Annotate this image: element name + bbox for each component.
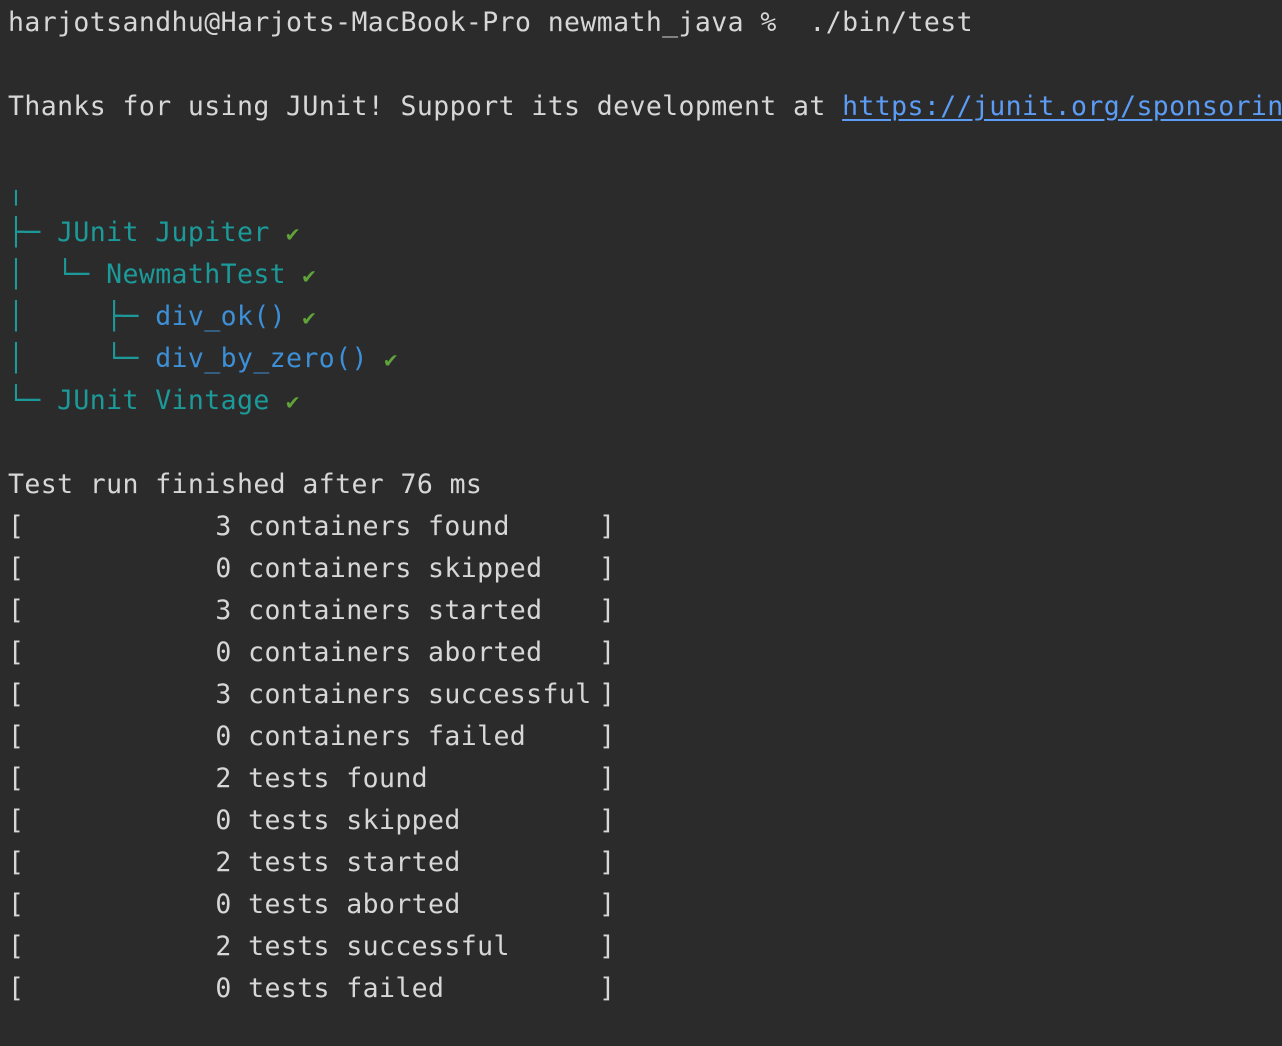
banner-line: Thanks for using JUnit! Support its deve… bbox=[8, 86, 1282, 128]
close-bracket: ] bbox=[599, 973, 616, 1004]
open-bracket: [ bbox=[8, 931, 25, 962]
close-bracket: ] bbox=[599, 889, 616, 920]
tree-prefix: │ ├─ bbox=[8, 301, 156, 332]
summary-row: [3 containers found] bbox=[8, 506, 615, 548]
summary-label: tests skipped bbox=[248, 805, 461, 836]
summary-row: [0 tests aborted] bbox=[8, 884, 615, 926]
tree-prefix: │ └─ bbox=[8, 343, 156, 374]
summary-row: [0 containers failed] bbox=[8, 716, 615, 758]
summary-count: 0 bbox=[215, 973, 232, 1004]
close-bracket: ] bbox=[599, 595, 616, 626]
summary-count: 0 bbox=[215, 805, 232, 836]
open-bracket: [ bbox=[8, 595, 25, 626]
summary-count: 2 bbox=[215, 931, 232, 962]
tree-root: ╷ bbox=[8, 170, 24, 212]
class-label-newmathtest: NewmathTest bbox=[106, 259, 287, 290]
summary-label: containers aborted bbox=[248, 637, 543, 668]
summary-count: 3 bbox=[215, 595, 232, 626]
prompt-directory: newmath_java bbox=[547, 7, 744, 38]
check-icon: ✔ bbox=[302, 306, 317, 331]
summary-count: 2 bbox=[215, 763, 232, 794]
engine-label-jupiter: JUnit Jupiter bbox=[57, 217, 270, 248]
tree-root-glyph: ╷ bbox=[8, 175, 25, 206]
tree-node-div-ok: │ ├─ div_ok() ✔ bbox=[8, 296, 316, 338]
check-icon: ✔ bbox=[302, 264, 317, 289]
summary-label: tests successful bbox=[248, 931, 510, 962]
sponsoring-link[interactable]: https://junit.org/sponsoring bbox=[842, 91, 1282, 122]
open-bracket: [ bbox=[8, 553, 25, 584]
tree-prefix: │ └─ bbox=[8, 259, 107, 290]
tree-node-vintage: └─ JUnit Vintage ✔ bbox=[8, 380, 300, 422]
summary-row: [3 containers started] bbox=[8, 590, 615, 632]
open-bracket: [ bbox=[8, 679, 25, 710]
summary-row: [2 tests successful] bbox=[8, 926, 615, 968]
summary-count: 3 bbox=[215, 511, 232, 542]
summary-row: [2 tests found] bbox=[8, 758, 615, 800]
summary-label: tests aborted bbox=[248, 889, 461, 920]
close-bracket: ] bbox=[599, 847, 616, 878]
summary-row: [0 tests failed] bbox=[8, 968, 615, 1010]
close-bracket: ] bbox=[599, 721, 616, 752]
summary-row: [0 containers skipped] bbox=[8, 548, 615, 590]
open-bracket: [ bbox=[8, 763, 25, 794]
close-bracket: ] bbox=[599, 931, 616, 962]
summary-count: 0 bbox=[215, 721, 232, 752]
tree-node-jupiter: ├─ JUnit Jupiter ✔ bbox=[8, 212, 300, 254]
summary-label: containers failed bbox=[248, 721, 527, 752]
close-bracket: ] bbox=[599, 763, 616, 794]
open-bracket: [ bbox=[8, 847, 25, 878]
summary-label: containers started bbox=[248, 595, 543, 626]
close-bracket: ] bbox=[599, 637, 616, 668]
summary-label: tests started bbox=[248, 847, 461, 878]
test-label-div-ok: div_ok() bbox=[155, 301, 287, 332]
tree-prefix: ├─ bbox=[8, 217, 58, 248]
open-bracket: [ bbox=[8, 973, 25, 1004]
check-icon: ✔ bbox=[286, 222, 300, 247]
close-bracket: ] bbox=[599, 511, 616, 542]
summary-label: containers skipped bbox=[248, 553, 543, 584]
tree-prefix: └─ bbox=[8, 385, 58, 416]
test-label-div-by-zero: div_by_zero() bbox=[155, 343, 368, 374]
open-bracket: [ bbox=[8, 805, 25, 836]
summary-label: containers found bbox=[248, 511, 510, 542]
tree-node-newmathtest: │ └─ NewmathTest ✔ bbox=[8, 254, 316, 296]
check-icon: ✔ bbox=[286, 390, 300, 415]
summary-label: containers successful bbox=[248, 679, 592, 710]
summary-row: [0 containers aborted] bbox=[8, 632, 615, 674]
summary-title: Test run finished after 76 ms bbox=[8, 469, 483, 500]
summary-count: 3 bbox=[215, 679, 232, 710]
summary-count: 0 bbox=[215, 889, 232, 920]
summary-row: [2 tests started] bbox=[8, 842, 615, 884]
summary-count: 0 bbox=[215, 637, 232, 668]
close-bracket: ] bbox=[599, 805, 616, 836]
open-bracket: [ bbox=[8, 889, 25, 920]
open-bracket: [ bbox=[8, 721, 25, 752]
close-bracket: ] bbox=[599, 553, 616, 584]
summary-count: 2 bbox=[215, 847, 232, 878]
open-bracket: [ bbox=[8, 511, 25, 542]
tree-node-div-by-zero: │ └─ div_by_zero() ✔ bbox=[8, 338, 398, 380]
summary-count: 0 bbox=[215, 553, 232, 584]
summary-row: [0 tests skipped] bbox=[8, 800, 615, 842]
prompt-line: harjotsandhu@Harjots-MacBook-Pro newmath… bbox=[8, 2, 973, 44]
banner-text: Thanks for using JUnit! Support its deve… bbox=[8, 91, 843, 122]
check-icon: ✔ bbox=[384, 348, 398, 373]
summary-label: tests found bbox=[248, 763, 429, 794]
summary-row: [3 containers successful] bbox=[8, 674, 615, 716]
terminal-window[interactable]: harjotsandhu@Harjots-MacBook-Pro newmath… bbox=[0, 0, 1282, 1046]
prompt-command: ./bin/test bbox=[809, 7, 973, 38]
summary-label: tests failed bbox=[248, 973, 445, 1004]
prompt-user-host: harjotsandhu@Harjots-MacBook-Pro bbox=[8, 7, 532, 38]
open-bracket: [ bbox=[8, 637, 25, 668]
engine-label-vintage: JUnit Vintage bbox=[57, 385, 270, 416]
close-bracket: ] bbox=[599, 679, 616, 710]
prompt-symbol: % bbox=[760, 7, 777, 38]
